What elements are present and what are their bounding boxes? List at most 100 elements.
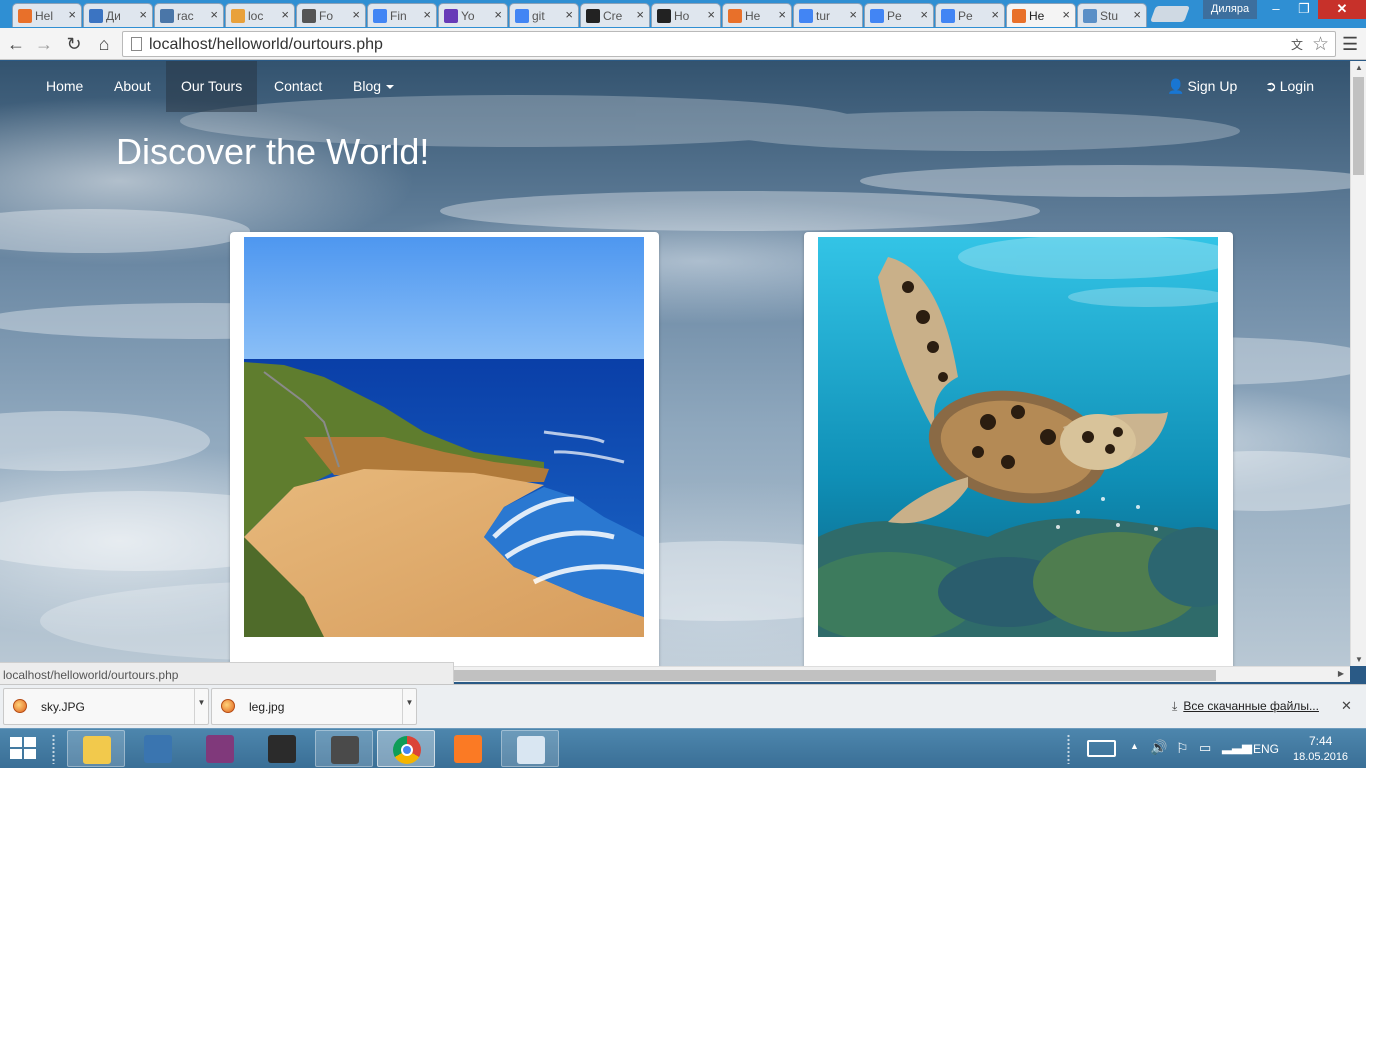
browser-tab[interactable]: Pe ×: [864, 3, 934, 27]
sea-turtle-photo[interactable]: [818, 237, 1218, 637]
reload-icon[interactable]: ↻: [62, 32, 86, 56]
browser-tab[interactable]: tur ×: [793, 3, 863, 27]
tab-close-icon[interactable]: ×: [636, 8, 644, 22]
image-file-icon: [13, 699, 27, 713]
chrome-menu-icon[interactable]: ☰: [1342, 34, 1358, 55]
tab-close-icon[interactable]: ×: [494, 8, 502, 22]
forms-icon: [444, 9, 458, 23]
nav-about-link[interactable]: About: [99, 61, 166, 112]
tab-close-icon[interactable]: ×: [565, 8, 573, 22]
phpmyadmin-icon: [231, 9, 245, 23]
vertical-scroll-thumb[interactable]: [1353, 77, 1364, 175]
tab-close-icon[interactable]: ×: [849, 8, 857, 22]
taskbar-app-button[interactable]: [315, 730, 373, 767]
browser-tab[interactable]: Ди ×: [83, 3, 153, 27]
back-arrow-icon[interactable]: ←: [4, 32, 28, 56]
stackoverflow-icon: [1083, 9, 1097, 23]
tab-close-icon[interactable]: ×: [991, 8, 999, 22]
browser-tab[interactable]: rac ×: [154, 3, 224, 27]
nav-home-link[interactable]: Home: [31, 61, 98, 112]
horizontal-scroll-thumb[interactable]: [453, 670, 1216, 681]
tab-close-icon[interactable]: ×: [1133, 8, 1141, 22]
scroll-up-arrow-icon[interactable]: ▲: [1355, 63, 1363, 72]
download-item[interactable]: leg.jpg ▼: [211, 688, 417, 725]
address-bar-url[interactable]: localhost/helloworld/ourtours.php: [149, 36, 383, 54]
browser-tab[interactable]: He ×: [722, 3, 792, 27]
tab-close-icon[interactable]: ×: [68, 8, 76, 22]
browser-tab[interactable]: Fin ×: [367, 3, 437, 27]
tour-card[interactable]: [804, 232, 1233, 666]
tab-close-icon[interactable]: ×: [707, 8, 715, 22]
browser-tab[interactable]: Cre ×: [580, 3, 650, 27]
beach-cliff-photo[interactable]: [244, 237, 644, 637]
taskbar-app-button[interactable]: [501, 730, 559, 767]
browser-tab[interactable]: Yo ×: [438, 3, 508, 27]
show-hidden-icons-icon[interactable]: ▲: [1130, 741, 1139, 751]
close-window-button[interactable]: ✕: [1318, 0, 1366, 19]
nav-blog-dropdown[interactable]: Blog: [338, 61, 409, 112]
touch-keyboard-icon[interactable]: [1087, 740, 1116, 757]
network-signal-icon[interactable]: ▂▃▅: [1222, 739, 1252, 755]
tour-card[interactable]: [230, 232, 659, 666]
taskbar-app-button[interactable]: [191, 730, 249, 767]
restore-button[interactable]: ❐: [1290, 0, 1318, 19]
browser-tab[interactable]: Pe ×: [935, 3, 1005, 27]
tab-close-icon[interactable]: ×: [139, 8, 147, 22]
bookmark-star-icon[interactable]: ☆: [1312, 33, 1329, 56]
status-url-bubble: localhost/helloworld/ourtours.php: [0, 662, 454, 685]
browser-tab[interactable]: Stu ×: [1077, 3, 1147, 27]
nav-our-tours-link[interactable]: Our Tours: [166, 61, 258, 112]
vertical-scrollbar[interactable]: ▲ ▼: [1350, 61, 1366, 666]
onenote-icon: [206, 735, 234, 763]
tab-close-icon[interactable]: ×: [281, 8, 289, 22]
translate-icon[interactable]: 文: [1291, 36, 1307, 52]
forward-arrow-icon[interactable]: →: [32, 32, 56, 56]
taskbar-app-button[interactable]: [253, 730, 311, 767]
clock-date[interactable]: 18.05.2016: [1293, 751, 1348, 763]
browser-tab[interactable]: Hel ×: [12, 3, 82, 27]
download-item[interactable]: sky.JPG ▼: [3, 688, 209, 725]
close-shelf-icon[interactable]: ✕: [1341, 698, 1352, 714]
browser-tab[interactable]: He ×: [1006, 3, 1076, 27]
windows-start-icon[interactable]: [10, 737, 38, 761]
browser-tab[interactable]: loc ×: [225, 3, 295, 27]
download-options-arrow-icon[interactable]: ▼: [194, 689, 208, 724]
clock-time[interactable]: 7:44: [1309, 734, 1332, 748]
taskbar-grip[interactable]: [1067, 734, 1070, 764]
show-all-downloads-link[interactable]: ⤓ Все скачанные файлы...: [1172, 699, 1319, 714]
profile-name-badge[interactable]: Диляра: [1203, 0, 1257, 19]
browser-tab[interactable]: Fo ×: [296, 3, 366, 27]
tab-title: Pe: [958, 9, 973, 23]
battery-icon[interactable]: ▭: [1199, 740, 1211, 756]
nav-contact-link[interactable]: Contact: [259, 61, 337, 112]
taskbar-grip[interactable]: [52, 734, 55, 764]
minimize-button[interactable]: –: [1262, 0, 1290, 19]
tab-close-icon[interactable]: ×: [920, 8, 928, 22]
xampp-icon: [18, 9, 32, 23]
tab-close-icon[interactable]: ×: [352, 8, 360, 22]
tab-close-icon[interactable]: ×: [778, 8, 786, 22]
taskbar-app-button[interactable]: [377, 730, 435, 767]
tab-close-icon[interactable]: ×: [210, 8, 218, 22]
tab-close-icon[interactable]: ×: [1062, 8, 1070, 22]
windows-taskbar: ▲ 🔊 ⚐ ▭ ▂▃▅ ENG 7:44 18.05.2016: [0, 728, 1366, 768]
vk-icon: [160, 9, 174, 23]
home-icon[interactable]: ⌂: [92, 32, 116, 56]
new-tab-button[interactable]: [1150, 6, 1190, 22]
taskbar-app-button[interactable]: [439, 730, 497, 767]
action-center-flag-icon[interactable]: ⚐: [1176, 740, 1189, 757]
download-options-arrow-icon[interactable]: ▼: [402, 689, 416, 724]
taskbar-app-button[interactable]: [129, 730, 187, 767]
volume-icon[interactable]: 🔊: [1150, 739, 1167, 756]
scroll-right-arrow-icon[interactable]: ▶: [1338, 669, 1344, 678]
browser-tab[interactable]: Ho ×: [651, 3, 721, 27]
browser-tab[interactable]: git ×: [509, 3, 579, 27]
taskbar-app-button[interactable]: [67, 730, 125, 767]
scroll-down-arrow-icon[interactable]: ▼: [1355, 655, 1363, 664]
address-bar[interactable]: localhost/helloworld/ourtours.php 文 ☆: [122, 31, 1336, 57]
nav-signup-link[interactable]: 👤 Sign Up: [1152, 61, 1252, 112]
nav-login-link[interactable]: ➲ Login: [1250, 61, 1329, 112]
input-language-indicator[interactable]: ENG: [1253, 742, 1279, 756]
nav-login-label: Login: [1279, 78, 1314, 94]
tab-close-icon[interactable]: ×: [423, 8, 431, 22]
